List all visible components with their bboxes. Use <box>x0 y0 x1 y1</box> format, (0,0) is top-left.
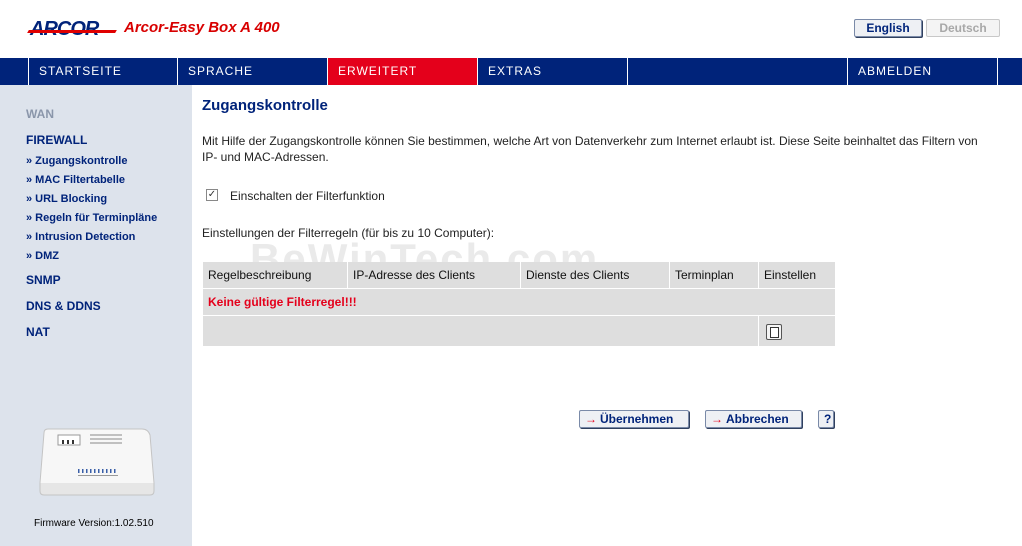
main-nav: STARTSEITE SPRACHE ERWEITERT EXTRAS ABME… <box>0 58 1022 85</box>
firmware-version: Firmware Version:1.02.510 <box>34 518 154 529</box>
sidebar-item-dns-ddns[interactable]: DNS & DDNS <box>26 299 101 313</box>
page-title: Zugangskontrolle <box>202 97 328 114</box>
new-rule-icon[interactable] <box>766 323 782 340</box>
intro-text: Mit Hilfe der Zugangskontrolle können Si… <box>202 134 978 164</box>
sidebar-sub-intrusion-detection[interactable]: » Intrusion Detection <box>26 231 135 243</box>
sidebar-sub-url-blocking[interactable]: » URL Blocking <box>26 193 107 205</box>
header: ARCOR Arcor-Easy Box A 400 English Deuts… <box>0 0 1022 58</box>
col-regelbeschreibung: Regelbeschreibung <box>203 262 348 289</box>
filter-rules-table: Regelbeschreibung IP-Adresse des Clients… <box>203 262 835 346</box>
english-button[interactable]: English <box>854 19 922 37</box>
sidebar-item-firewall[interactable]: FIREWALL <box>26 133 87 147</box>
sidebar-item-nat[interactable]: NAT <box>26 325 50 339</box>
cancel-button[interactable]: → Abbrechen <box>705 410 802 428</box>
table-row <box>203 315 835 346</box>
cancel-label: Abbrechen <box>726 412 789 426</box>
sidebar-sub-dmz[interactable]: » DMZ <box>26 250 59 262</box>
col-dienste: Dienste des Clients <box>520 262 670 289</box>
logo-swoosh <box>27 30 117 33</box>
filter-enable-label: Einschalten der Filterfunktion <box>230 189 385 203</box>
arrow-right-icon: → <box>711 412 723 426</box>
sidebar-sub-zugangskontrolle[interactable]: » Zugangskontrolle <box>26 155 127 167</box>
main-content: BeWinTech.com Zugangskontrolle Mit Hilfe… <box>192 85 1022 546</box>
table-header-row: Regelbeschreibung IP-Adresse des Clients… <box>203 262 835 289</box>
no-rules-message: Keine gültige Filterregel!!! <box>208 295 357 309</box>
col-ip-adresse: IP-Adresse des Clients <box>347 262 521 289</box>
deutsch-button[interactable]: Deutsch <box>926 19 1000 37</box>
sidebar-sub-terminplaene[interactable]: » Regeln für Terminpläne <box>26 212 157 224</box>
nav-erweitert[interactable]: ERWEITERT <box>327 58 477 85</box>
sidebar: WAN FIREWALL » Zugangskontrolle » MAC Fi… <box>0 85 192 546</box>
apply-button[interactable]: → Übernehmen <box>579 410 689 428</box>
nav-spacer <box>627 58 848 85</box>
filter-enable-checkbox[interactable]: ✓ <box>206 189 218 201</box>
empty-message-cell: Keine gültige Filterregel!!! <box>203 288 835 316</box>
help-button[interactable]: ? <box>818 410 834 428</box>
col-terminplan: Terminplan <box>669 262 759 289</box>
sidebar-sub-mac-filtertabelle[interactable]: » MAC Filtertabelle <box>26 174 125 186</box>
nav-end <box>997 58 1022 85</box>
col-einstellen: Einstellen <box>758 262 835 289</box>
nav-sprache[interactable]: SPRACHE <box>177 58 327 85</box>
sidebar-item-snmp[interactable]: SNMP <box>26 273 61 287</box>
apply-label: Übernehmen <box>600 412 674 426</box>
nav-abmelden[interactable]: ABMELDEN <box>847 58 997 85</box>
filter-settings-label: Einstellungen der Filterregeln (für bis … <box>202 226 495 240</box>
nav-startseite[interactable]: STARTSEITE <box>28 58 177 85</box>
product-name: Arcor-Easy Box A 400 <box>124 19 280 36</box>
add-row-action <box>758 315 835 346</box>
arrow-right-icon: → <box>585 412 597 426</box>
add-row-blank <box>203 315 759 346</box>
table-row: Keine gültige Filterregel!!! <box>203 288 835 316</box>
router-image <box>39 428 155 496</box>
sidebar-item-wan[interactable]: WAN <box>26 107 54 121</box>
nav-extras[interactable]: EXTRAS <box>477 58 627 85</box>
